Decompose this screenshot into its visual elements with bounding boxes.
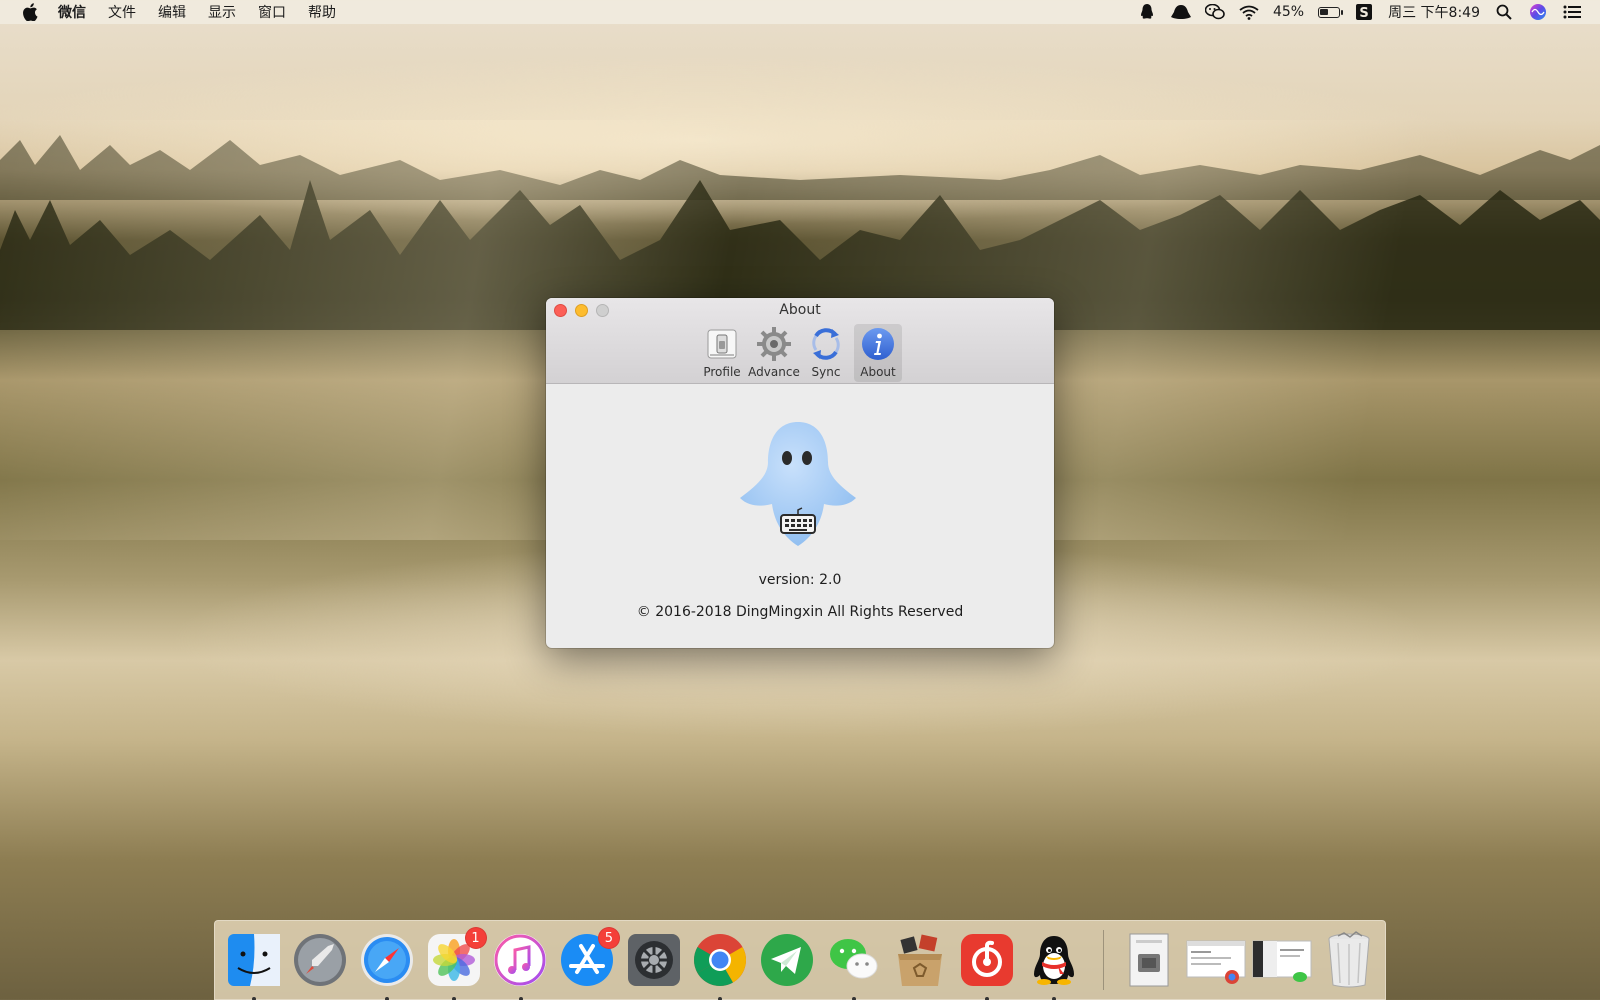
about-window: About Profile Advance Sync About version…: [546, 298, 1054, 648]
qq-icon[interactable]: [1023, 929, 1085, 1000]
chrome-icon[interactable]: [689, 929, 751, 1000]
siri-icon[interactable]: [1528, 3, 1548, 21]
app-store-icon[interactable]: 5: [556, 927, 620, 991]
tab-about[interactable]: About: [854, 324, 902, 382]
sogou-input-icon[interactable]: S: [1354, 3, 1374, 21]
tab-advance-label: Advance: [748, 365, 800, 379]
menu-help[interactable]: 帮助: [308, 2, 336, 22]
gear-icon: [756, 326, 792, 362]
system-preferences-icon[interactable]: [623, 929, 685, 991]
safari-icon[interactable]: [356, 929, 418, 1000]
menu-bar: 微信 文件 编辑 显示 窗口 帮助 45% S 周三 下午8:49: [0, 0, 1600, 24]
window-titlebar[interactable]: About Profile Advance Sync About: [546, 298, 1054, 384]
wechat-menu-icon[interactable]: [1204, 3, 1225, 21]
apple-menu-icon[interactable]: [20, 2, 40, 22]
tab-sync-label: Sync: [811, 365, 841, 379]
tab-profile[interactable]: Profile: [698, 324, 746, 382]
menu-edit[interactable]: 编辑: [158, 2, 186, 22]
wechat-icon[interactable]: [823, 929, 885, 1000]
spotlight-search-icon[interactable]: [1494, 3, 1514, 21]
preview-document-icon[interactable]: [1118, 929, 1180, 991]
tab-profile-label: Profile: [703, 365, 741, 379]
notification-badge: 5: [597, 927, 620, 949]
menu-view[interactable]: 显示: [208, 2, 236, 22]
qq-notification-icon[interactable]: [1137, 3, 1157, 21]
battery-percent: 45%: [1272, 4, 1305, 20]
chrome-window-thumbnail[interactable]: [1185, 929, 1247, 991]
dock-separator: [1103, 930, 1105, 990]
ghost-keyboard-menu-icon[interactable]: [1170, 3, 1191, 21]
netease-music-icon[interactable]: [956, 929, 1018, 1000]
dock: 1 5: [214, 920, 1386, 1000]
window-title: About: [779, 302, 821, 318]
sync-icon: [808, 326, 844, 362]
menu-window[interactable]: 窗口: [258, 2, 286, 22]
preferences-toolbar: Profile Advance Sync About: [546, 324, 1054, 382]
launchpad-icon[interactable]: [290, 929, 352, 991]
ghost-keyboard-app-logo: [740, 422, 856, 546]
svg-text:S: S: [1359, 6, 1368, 21]
version-label: version: 2.0: [758, 572, 842, 588]
about-content: version: 2.0 © 2016-2018 DingMingxin All…: [546, 384, 1054, 648]
info-icon: [860, 326, 896, 362]
finder-icon[interactable]: [223, 929, 285, 1000]
menu-file[interactable]: 文件: [108, 2, 136, 22]
trash-icon[interactable]: [1318, 929, 1380, 991]
notification-center-icon[interactable]: [1562, 3, 1582, 21]
switch-icon: [704, 326, 740, 362]
wechat-window-thumbnail[interactable]: [1252, 929, 1314, 991]
tab-sync[interactable]: Sync: [802, 324, 850, 382]
telegram-icon[interactable]: [756, 929, 818, 991]
battery-icon[interactable]: [1318, 6, 1344, 18]
notification-badge: 1: [464, 927, 487, 949]
menu-app-name[interactable]: 微信: [58, 2, 86, 22]
wifi-icon[interactable]: [1239, 3, 1259, 21]
photos-icon[interactable]: 1: [423, 927, 487, 1000]
itunes-icon[interactable]: [490, 929, 552, 1000]
clock[interactable]: 周三 下午8:49: [1388, 2, 1480, 22]
tab-about-label: About: [860, 365, 896, 379]
battery-level-fill: [1320, 8, 1329, 15]
tab-advance[interactable]: Advance: [748, 324, 800, 382]
copyright-label: © 2016-2018 DingMingxin All Rights Reser…: [636, 604, 964, 620]
archive-utility-icon[interactable]: [889, 929, 951, 991]
